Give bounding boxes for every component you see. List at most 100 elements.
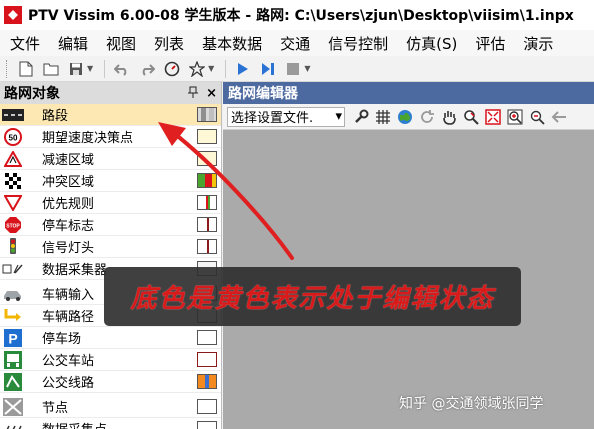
menu-edit[interactable]: 编辑 [49,33,97,54]
list-item-signal-head[interactable]: 信号灯头 [0,236,221,258]
annotation-text: 底色是黄色表示处于编辑状态 [130,284,495,314]
zoom-out-icon[interactable] [527,107,546,127]
star-settings-icon[interactable] [186,58,208,80]
list-item-link[interactable]: 路段 [0,104,221,126]
toolbar-separator [225,59,227,78]
menu-evaluation[interactable]: 评估 [466,33,514,54]
svg-text:STOP: STOP [6,223,20,229]
color-swatch[interactable] [197,239,217,254]
list-item-parking-lot[interactable]: P 停车场 [0,327,221,349]
list-item-desired-speed-decision[interactable]: 50 期望速度决策点 [0,126,221,148]
star-dropdown-icon[interactable]: ▼ [208,64,214,73]
network-objects-panel: 路网对象 × 路段 50 期望速度决策点 减速区域 冲突区域 优先规则 STOP… [0,82,222,429]
panel-title: 路网对象 [4,86,60,102]
redo-icon[interactable] [136,58,158,80]
stop-icon[interactable] [282,58,304,80]
bus-stop-icon [1,349,25,371]
refresh-icon[interactable] [417,107,436,127]
chevron-down-icon: ▾ [335,109,342,124]
watermark: 知乎 @交通领域张同学 [399,396,544,412]
settings-file-value: 选择设置文件. [231,111,314,126]
list-item-reduced-speed-area[interactable]: 减速区域 [0,148,221,170]
list-item-stop-sign[interactable]: STOP 停车标志 [0,214,221,236]
menu-file[interactable]: 文件 [0,33,49,54]
window-title: PTV Vissim 6.00-08 学生版本 - 路网: C:\Users\z… [28,8,574,24]
svg-text:P: P [8,330,17,346]
color-swatch[interactable] [197,129,217,144]
transit-line-icon [1,371,25,393]
data-point-icon [1,418,25,429]
checkered-flag-icon [1,170,25,192]
list-item-label: 信号灯头 [42,241,95,256]
menu-lists[interactable]: 列表 [145,33,193,54]
list-item-priority-rule[interactable]: 优先规则 [0,192,221,214]
toolbar-grip[interactable] [6,59,9,78]
zoom-in-icon[interactable] [505,107,524,127]
grid-icon[interactable] [373,107,392,127]
undo-icon[interactable] [111,58,133,80]
zoom-search-icon[interactable] [461,107,480,127]
annotation-banner: 底色是黄色表示处于编辑状态 [104,267,521,326]
open-folder-icon[interactable] [40,58,62,80]
menu-traffic[interactable]: 交通 [271,33,319,54]
color-swatch[interactable] [197,352,217,367]
color-swatch[interactable] [197,195,217,210]
node-icon [1,396,25,418]
globe-icon[interactable] [395,107,414,127]
list-item-transit-line[interactable]: 公交线路 [0,371,221,393]
color-swatch[interactable] [197,421,217,429]
list-item-label: 公交线路 [42,376,95,391]
save-icon[interactable] [65,58,87,80]
color-swatch[interactable] [197,151,217,166]
list-item-label: 公交车站 [42,354,95,369]
back-arrow-icon[interactable] [549,107,568,127]
menu-view[interactable]: 视图 [97,33,145,54]
pan-hand-icon[interactable] [439,107,458,127]
parking-icon: P [1,327,25,349]
svg-text:50: 50 [9,133,18,142]
list-item-label: 减速区域 [42,153,95,168]
stop-dropdown-icon[interactable]: ▼ [304,64,310,73]
settings-file-select[interactable]: 选择设置文件. ▾ [227,106,345,127]
wrench-icon[interactable] [351,107,370,127]
list-item-transit-stop[interactable]: 公交车站 [0,349,221,371]
list-item-conflict-area[interactable]: 冲突区域 [0,170,221,192]
play-icon[interactable] [232,58,254,80]
step-icon[interactable] [257,58,279,80]
new-file-icon[interactable] [15,58,37,80]
network-editor-toolbar: 选择设置文件. ▾ [223,104,594,130]
menu-bar: 文件 编辑 视图 列表 基本数据 交通 信号控制 仿真(S) 评估 演示 [0,30,594,56]
list-item-label: 数据采集点 [42,419,197,429]
color-swatch[interactable] [197,330,217,345]
speed-50-icon: 50 [1,126,25,148]
route-icon [1,305,25,327]
list-item-label: 优先规则 [42,197,95,212]
network-editor-header: 路网编辑器 [223,82,594,104]
data-collector-icon [1,258,25,280]
zoom-extent-icon[interactable] [483,107,502,127]
menu-signal-control[interactable]: 信号控制 [319,33,397,54]
list-item-label: 冲突区域 [42,175,95,190]
color-swatch[interactable] [197,374,217,389]
network-objects-header: 路网对象 × [0,82,221,104]
list-item-label: 节点 [42,401,69,416]
traffic-light-icon [1,236,25,258]
save-dropdown-icon[interactable]: ▼ [87,64,93,73]
menu-simulation[interactable]: 仿真(S) [397,33,466,54]
color-swatch[interactable] [197,173,217,188]
warning-triangle-icon [1,148,25,170]
stop-sign-icon: STOP [1,214,25,236]
list-item-label: 停车标志 [42,219,95,234]
main-toolbar: ▼ ▼ ▼ [0,56,594,82]
vehicle-icon [1,283,25,305]
menu-base-data[interactable]: 基本数据 [193,33,271,54]
color-swatch[interactable] [197,107,217,122]
pin-icon[interactable] [188,86,199,101]
list-item-data-point[interactable]: 数据采集点 [0,418,221,429]
list-item-node[interactable]: 节点 [0,396,221,418]
color-swatch[interactable] [197,217,217,232]
menu-presentation[interactable]: 演示 [514,33,562,54]
speedometer-icon[interactable] [161,58,183,80]
color-swatch[interactable] [197,399,217,414]
close-icon[interactable]: × [206,86,217,101]
